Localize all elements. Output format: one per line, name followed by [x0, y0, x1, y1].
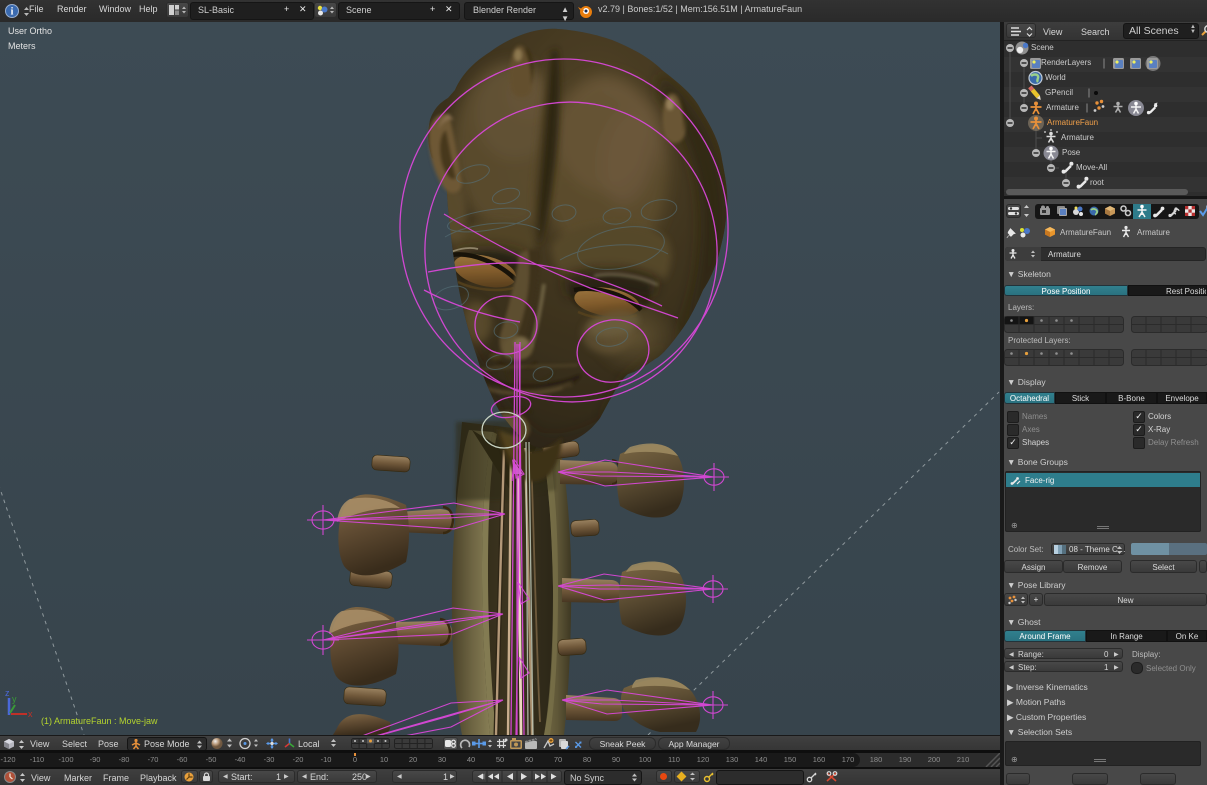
svg-text:i: i	[11, 7, 14, 18]
svg-text:y: y	[12, 694, 17, 704]
svg-text:x: x	[28, 709, 33, 719]
svg-text:z: z	[5, 688, 10, 698]
